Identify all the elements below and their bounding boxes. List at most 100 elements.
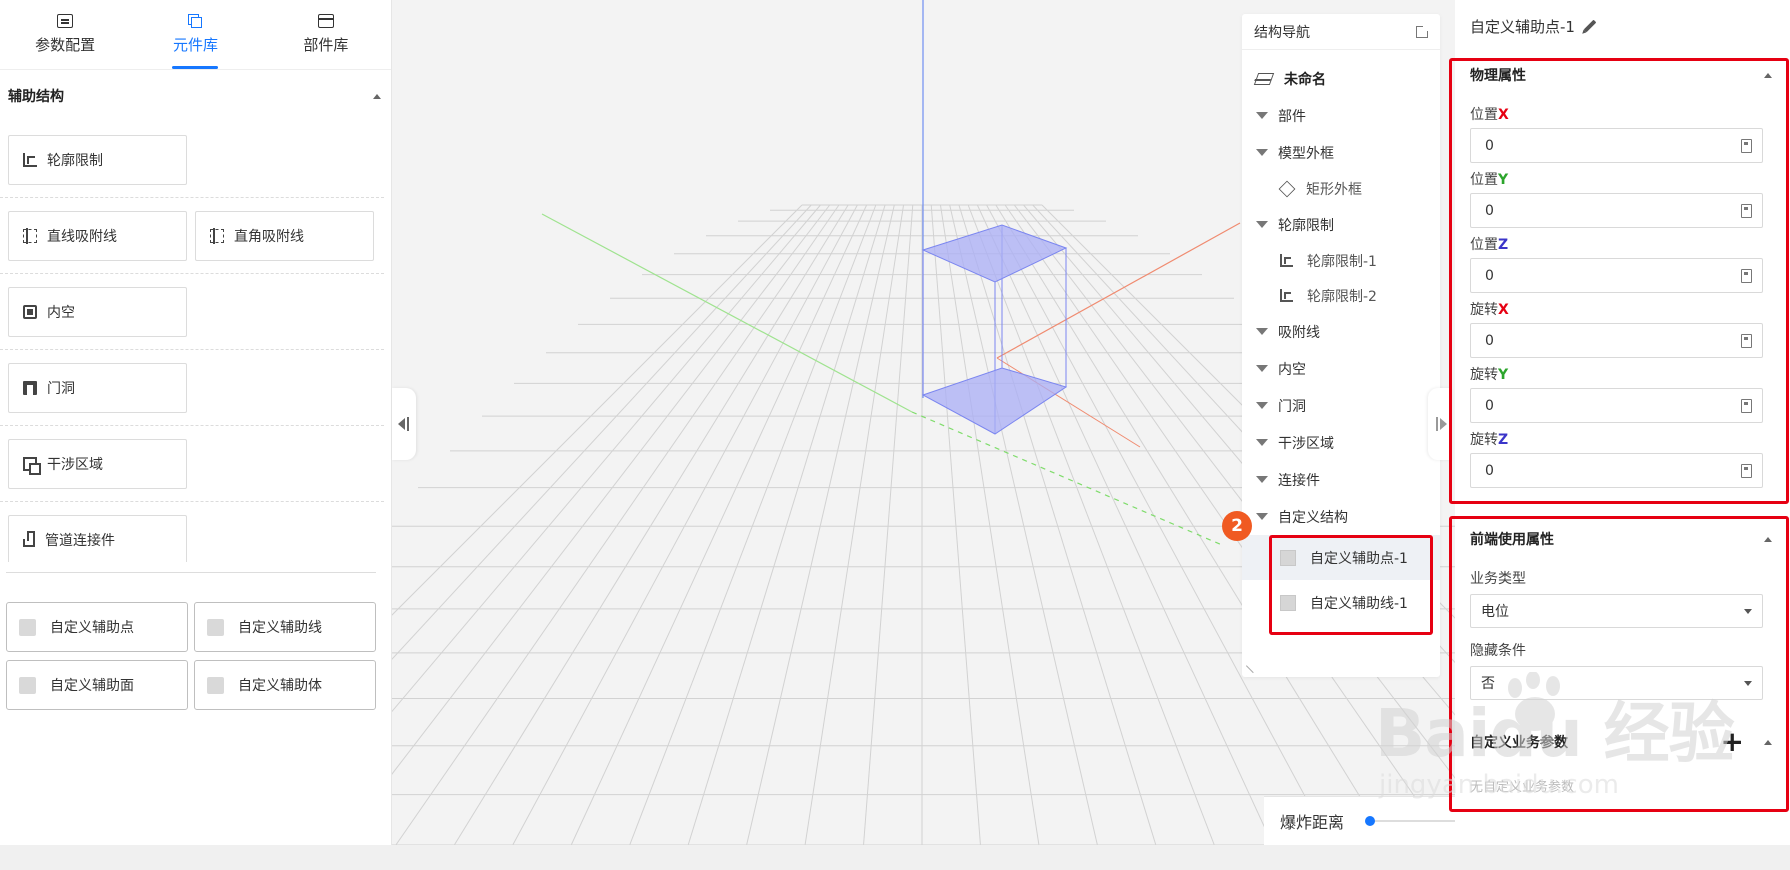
structure-navigator: 结构导航 未命名 部件 模型外框 矩形外框 轮廓限制 轮廓限制-1 轮廓限制-2…: [1242, 14, 1440, 677]
property-label: 旋转X: [1455, 299, 1790, 319]
snap-line-icon: [210, 227, 224, 244]
property-input[interactable]: 0: [1470, 388, 1763, 423]
tree-label: 轮廓限制-2: [1307, 288, 1377, 305]
component-library-icon: [188, 14, 203, 28]
placeholder-square-icon: [19, 618, 36, 636]
expand-triangle-icon[interactable]: [1256, 513, 1268, 520]
tab-component-library[interactable]: 元件库: [130, 0, 260, 69]
tree-node-custom-point[interactable]: 自定义辅助点-1: [1242, 535, 1440, 580]
section-title: 物理属性: [1470, 68, 1526, 84]
label-prefix: 旋转: [1470, 432, 1498, 448]
custom-aux-solid-button[interactable]: 自定义辅助体: [194, 660, 376, 710]
calculator-icon[interactable]: [1741, 398, 1752, 413]
right-panel: 自定义辅助点-1 物理属性 位置X 0 位置Y 0 位置Z 0 旋转X 0 旋转Y 0 旋转Z 0 前…: [1455, 0, 1790, 845]
collapse-caret-icon[interactable]: [1764, 72, 1772, 78]
input-value: 0: [1485, 137, 1494, 154]
axis-letter: X: [1498, 302, 1509, 318]
custom-aux-line-button[interactable]: 自定义辅助线: [194, 602, 376, 652]
label-prefix: 位置: [1470, 172, 1498, 188]
tree-node-parts[interactable]: 部件: [1242, 97, 1440, 134]
tree-node-snap[interactable]: 吸附线: [1242, 313, 1440, 350]
layers-icon: [1253, 72, 1275, 85]
expand-triangle-icon[interactable]: [1256, 439, 1268, 446]
add-param-button[interactable]: +: [1721, 728, 1744, 756]
expand-triangle-icon[interactable]: [1256, 402, 1268, 409]
component-list[interactable]: 轮廓限制 直线吸附线 直角吸附线 内空 门洞 干涉区域 管道连接件: [0, 122, 384, 562]
collapse-left-panel-button[interactable]: [392, 388, 416, 460]
tree-node-rect-frame[interactable]: 矩形外框: [1242, 171, 1440, 206]
slider-thumb[interactable]: [1365, 816, 1375, 826]
collapse-right-panel-button[interactable]: [1428, 388, 1452, 460]
tree-root[interactable]: 未命名: [1242, 60, 1440, 97]
button-label: 直线吸附线: [47, 228, 117, 245]
custom-aux-surface-button[interactable]: 自定义辅助面: [6, 660, 188, 710]
button-label: 内空: [47, 304, 75, 321]
tree-node-door[interactable]: 门洞: [1242, 387, 1440, 424]
axis-letter: Y: [1498, 367, 1509, 383]
physical-properties-header[interactable]: 物理属性: [1455, 52, 1790, 98]
tree-node-interference[interactable]: 干涉区域: [1242, 424, 1440, 461]
interference-area-button[interactable]: 干涉区域: [8, 438, 187, 489]
contour-limit-button[interactable]: 轮廓限制: [8, 134, 187, 185]
expand-triangle-icon[interactable]: [1256, 149, 1268, 156]
right-angle-snap-line-button[interactable]: 直角吸附线: [195, 210, 374, 261]
tree-node-contour[interactable]: 轮廓限制: [1242, 206, 1440, 243]
resize-handle[interactable]: [1245, 658, 1261, 674]
section-title: 前端使用属性: [1470, 532, 1554, 548]
axis-z-line: [541, 213, 913, 413]
input-value: 0: [1485, 462, 1494, 479]
straight-snap-line-button[interactable]: 直线吸附线: [8, 210, 187, 261]
collapse-caret-icon[interactable]: [1764, 536, 1772, 542]
contour-icon: [1280, 289, 1293, 302]
tree-label: 干涉区域: [1278, 435, 1334, 452]
property-input[interactable]: 0: [1470, 453, 1763, 488]
document-icon: [57, 14, 74, 28]
placeholder-square-icon: [207, 676, 224, 694]
expand-triangle-icon[interactable]: [1256, 112, 1268, 119]
aux-structure-header[interactable]: 辅助结构: [0, 70, 391, 122]
hide-condition-select[interactable]: 否: [1470, 666, 1763, 700]
expand-triangle-icon[interactable]: [1256, 328, 1268, 335]
door-opening-button[interactable]: 门洞: [8, 362, 187, 413]
section-title: 自定义业务参数: [1470, 735, 1568, 751]
navigator-tree: 未命名 部件 模型外框 矩形外框 轮廓限制 轮廓限制-1 轮廓限制-2 吸附线: [1242, 50, 1440, 625]
tree-node-hollow[interactable]: 内空: [1242, 350, 1440, 387]
business-type-label: 业务类型: [1470, 571, 1526, 587]
property-input[interactable]: 0: [1470, 128, 1763, 163]
tree-node-contour-2[interactable]: 轮廓限制-2: [1242, 278, 1440, 313]
tree-node-connector[interactable]: 连接件: [1242, 461, 1440, 498]
calculator-icon[interactable]: [1741, 268, 1752, 283]
collapse-caret-icon[interactable]: [1764, 739, 1772, 745]
collapse-caret-icon[interactable]: [373, 93, 381, 99]
expand-icon[interactable]: [1416, 24, 1429, 38]
custom-aux-point-button[interactable]: 自定义辅助点: [6, 602, 188, 652]
frontend-properties-header[interactable]: 前端使用属性: [1455, 516, 1790, 562]
expand-triangle-icon[interactable]: [1256, 476, 1268, 483]
calculator-icon[interactable]: [1741, 203, 1752, 218]
explode-distance-slider[interactable]: [1365, 816, 1455, 826]
tree-label: 自定义结构: [1278, 509, 1348, 526]
calculator-icon[interactable]: [1741, 333, 1752, 348]
tree-node-custom-line[interactable]: 自定义辅助线-1: [1242, 580, 1440, 625]
pipe-connector-button[interactable]: 管道连接件: [8, 515, 187, 562]
tree-node-contour-1[interactable]: 轮廓限制-1: [1242, 243, 1440, 278]
tab-part-library[interactable]: 部件库: [261, 0, 391, 69]
pencil-icon[interactable]: [1583, 19, 1597, 33]
empty-params-text: 无自定义业务参数: [1470, 780, 1575, 795]
tree-label: 部件: [1278, 108, 1306, 125]
property-input[interactable]: 0: [1470, 258, 1763, 293]
property-input[interactable]: 0: [1470, 193, 1763, 228]
calculator-icon[interactable]: [1741, 138, 1752, 153]
hollow-button[interactable]: 内空: [8, 286, 187, 337]
property-label: 旋转Y: [1455, 364, 1790, 384]
expand-triangle-icon[interactable]: [1256, 221, 1268, 228]
calculator-icon[interactable]: [1741, 463, 1752, 478]
tree-node-custom[interactable]: 自定义结构: [1242, 498, 1440, 535]
button-label: 干涉区域: [47, 456, 103, 473]
tab-label: 元件库: [172, 36, 218, 54]
business-type-select[interactable]: 电位: [1470, 594, 1763, 628]
tree-node-model-frame[interactable]: 模型外框: [1242, 134, 1440, 171]
expand-triangle-icon[interactable]: [1256, 365, 1268, 372]
property-input[interactable]: 0: [1470, 323, 1763, 358]
tab-params-config[interactable]: 参数配置: [0, 0, 130, 69]
